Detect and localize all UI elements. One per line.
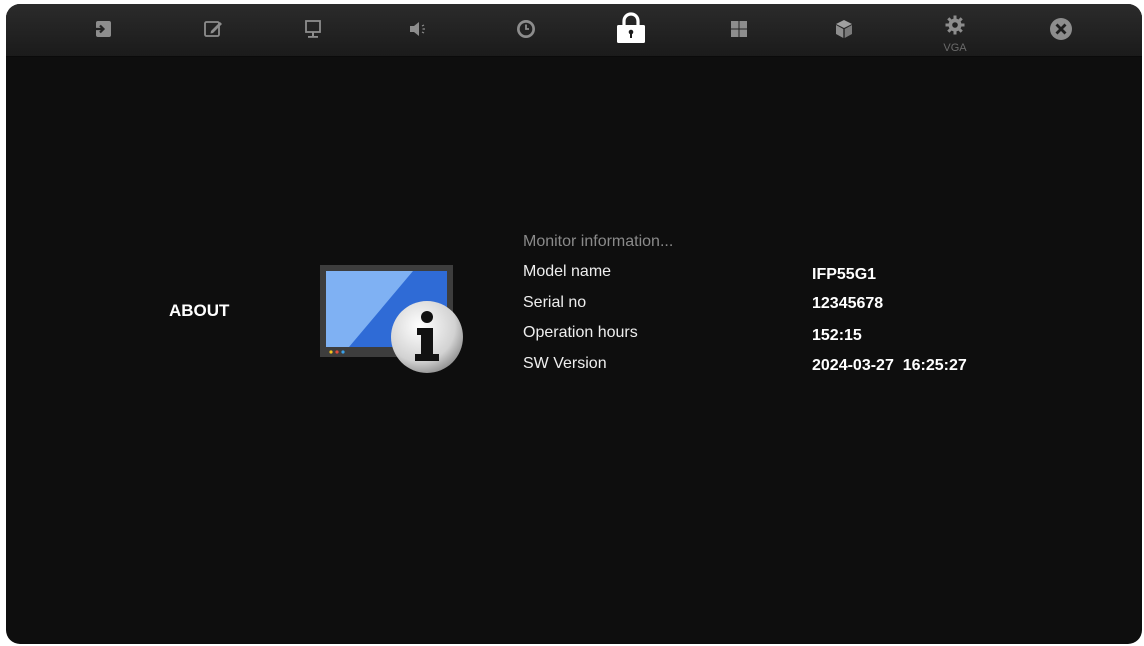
grid-icon — [731, 21, 747, 37]
edit-icon — [204, 21, 222, 37]
cube-icon — [836, 20, 852, 38]
tab-exit[interactable] — [1031, 4, 1091, 56]
osd-menu-bar: VGA — [6, 4, 1142, 57]
sw-version-label: SW Version — [523, 355, 607, 372]
tab-sublabel: VGA — [943, 42, 967, 54]
operation-hours-value: 152:15 — [812, 327, 862, 344]
tab-settings-vga[interactable]: VGA — [925, 4, 985, 56]
serial-no-label: Serial no — [523, 294, 587, 311]
model-name-value: IFP55G1 — [812, 266, 877, 283]
tab-edit[interactable] — [183, 4, 243, 56]
tab-display[interactable] — [283, 4, 343, 56]
model-name-label: Model name — [523, 263, 612, 280]
gear-icon — [945, 15, 965, 35]
serial-no-value: 12345678 — [812, 295, 884, 312]
info-heading: Monitor information... — [523, 233, 674, 250]
input-source-icon — [93, 21, 111, 37]
page-title: ABOUT — [169, 301, 230, 320]
speaker-icon — [410, 22, 425, 36]
tab-audio[interactable] — [388, 4, 448, 56]
display-icon — [305, 20, 321, 38]
clock-icon — [517, 20, 535, 38]
tab-time[interactable] — [496, 4, 556, 56]
sw-version-value: 2024-03-27 16:25:27 — [812, 357, 967, 374]
tab-input[interactable] — [73, 4, 133, 56]
tab-apps[interactable] — [814, 4, 874, 56]
operation-hours-label: Operation hours — [523, 324, 638, 341]
close-icon — [1050, 18, 1072, 40]
monitor-info-icon — [320, 265, 463, 373]
tab-multi-window[interactable] — [709, 4, 769, 56]
osd-screen: VGA ABOUT Monitor information... Model n… — [6, 4, 1142, 644]
lock-icon — [617, 12, 645, 43]
tab-lock[interactable] — [601, 4, 661, 56]
